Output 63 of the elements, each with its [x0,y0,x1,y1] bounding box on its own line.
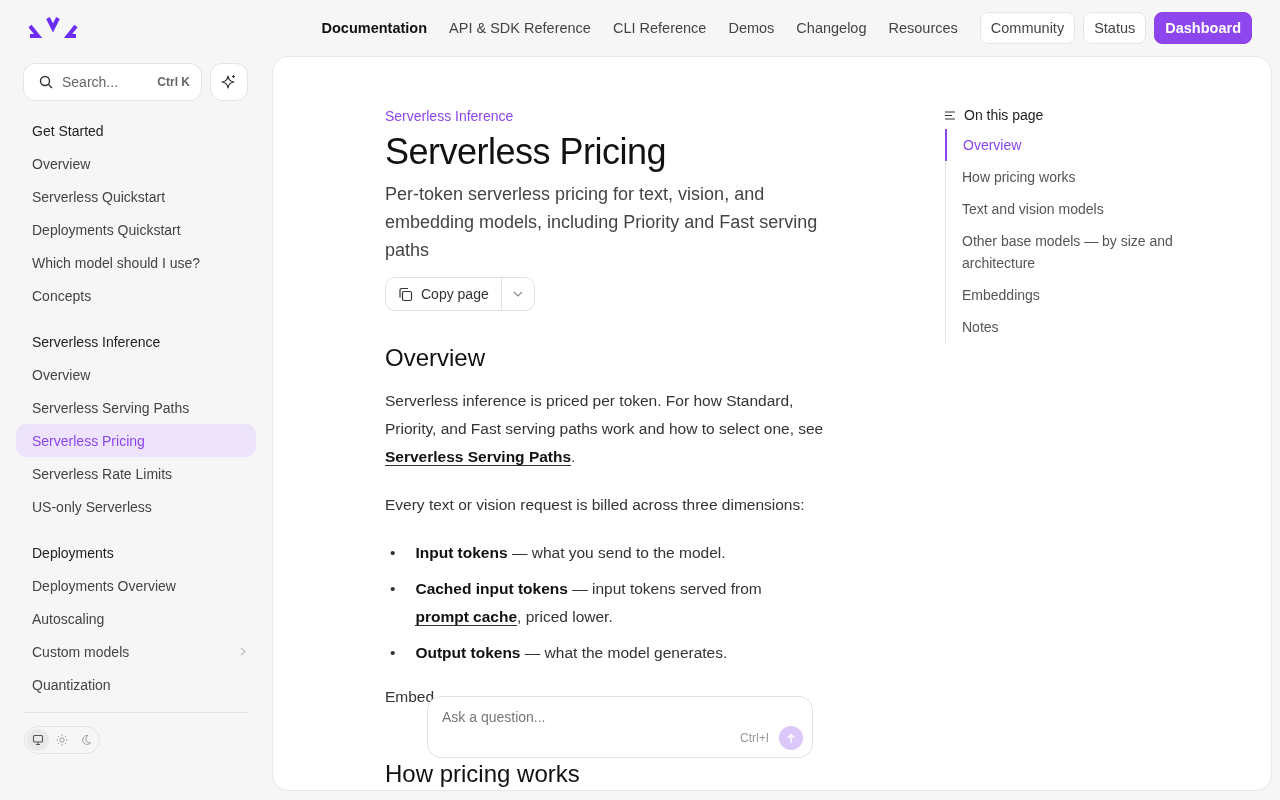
arrow-up-icon [786,732,796,744]
sun-icon [56,734,68,746]
link[interactable]: prompt cache [415,608,518,626]
header-button[interactable]: Status [1083,12,1147,44]
sidebar-item[interactable]: Serverless Quickstart [16,180,256,213]
nav-link[interactable]: CLI Reference [612,20,707,36]
toc-link[interactable]: Overview [945,129,1205,161]
nav-link[interactable]: Resources [888,20,958,36]
nav-link[interactable]: Demos [728,20,775,36]
section-heading: Get Started [31,123,105,139]
copy-icon [398,286,413,302]
paragraph: Serverless inference is priced per token. For how Standard, Priority, and Fast serving paths work and how to select one, see Serverless Serving Paths. [385,391,825,468]
sidebar-item[interactable]: Custom models [16,635,256,668]
chevron-down-icon [512,291,523,297]
ai-assistant-button[interactable] [210,63,248,101]
monitor-icon [32,734,44,746]
theme-option[interactable] [27,729,49,751]
sidebar-item[interactable]: Overview [16,147,256,180]
sidebar-item[interactable]: Quantization [16,668,256,701]
list-item: Cached input tokens — input tokens served from prompt cache, priced lower. [415,579,763,628]
paragraph: Every text or vision request is billed across three dimensions: [385,495,806,515]
section-heading: Overview [385,343,487,373]
logo-icon[interactable] [28,16,78,40]
toc-title: On this page [964,107,1044,123]
toc-link[interactable]: How pricing works [946,161,1205,193]
copy-page-button[interactable]: Copy page [386,278,502,310]
nav-link[interactable]: API & SDK Reference [449,20,591,36]
sidebar-item[interactable]: Serverless Pricing [16,424,256,457]
bullet-marker: • [390,643,396,663]
section-heading: Deployments [31,545,115,561]
list-icon [945,110,956,120]
nav-link[interactable]: Changelog [796,20,867,36]
bullet-marker: • [390,579,396,599]
sidebar-item[interactable]: Overview [16,358,256,391]
shortcut-hint: Ctrl+I [740,731,769,745]
sidebar-item[interactable]: Deployments Overview [16,569,256,602]
bullet-marker: • [390,543,396,563]
section-heading: Serverless Inference [31,334,162,350]
toc-link[interactable]: Notes [946,311,1205,343]
breadcrumb: Serverless Inference [385,108,515,124]
search-icon [39,75,53,89]
page-title: Serverless Pricing [385,130,668,174]
page-description: Per-token serverless pricing for text, vision, and embedding models, including Priority and Fast serving paths [385,183,819,262]
moon-icon [80,734,92,746]
nav-link[interactable]: Documentation [321,20,428,36]
sparkle-icon [221,74,237,90]
toc-link[interactable]: Other base models — by size and architecture [946,225,1205,279]
sidebar-item[interactable]: Concepts [16,279,256,312]
toc-link[interactable]: Embeddings [946,279,1205,311]
shortcut-hint: Ctrl K [157,75,190,89]
sidebar-item[interactable]: US-only Serverless [16,490,256,523]
list-item: Input tokens — what you send to the model. [415,543,726,563]
sidebar-item[interactable]: Serverless Rate Limits [16,457,256,490]
header-button[interactable]: Community [979,12,1076,44]
chevron-right-icon [240,647,246,656]
toc-link[interactable]: Text and vision models [946,193,1205,225]
sidebar-item[interactable]: Deployments Quickstart [16,213,256,246]
sidebar-item[interactable]: Serverless Serving Paths [16,391,256,424]
dashboard-button[interactable]: Dashboard [1154,12,1252,44]
sidebar-item[interactable]: Autoscaling [16,602,256,635]
list-item: Output tokens — what the model generates. [415,643,728,663]
section-heading: How pricing works [385,761,581,787]
sidebar-item[interactable]: Which model should I use? [16,246,256,279]
